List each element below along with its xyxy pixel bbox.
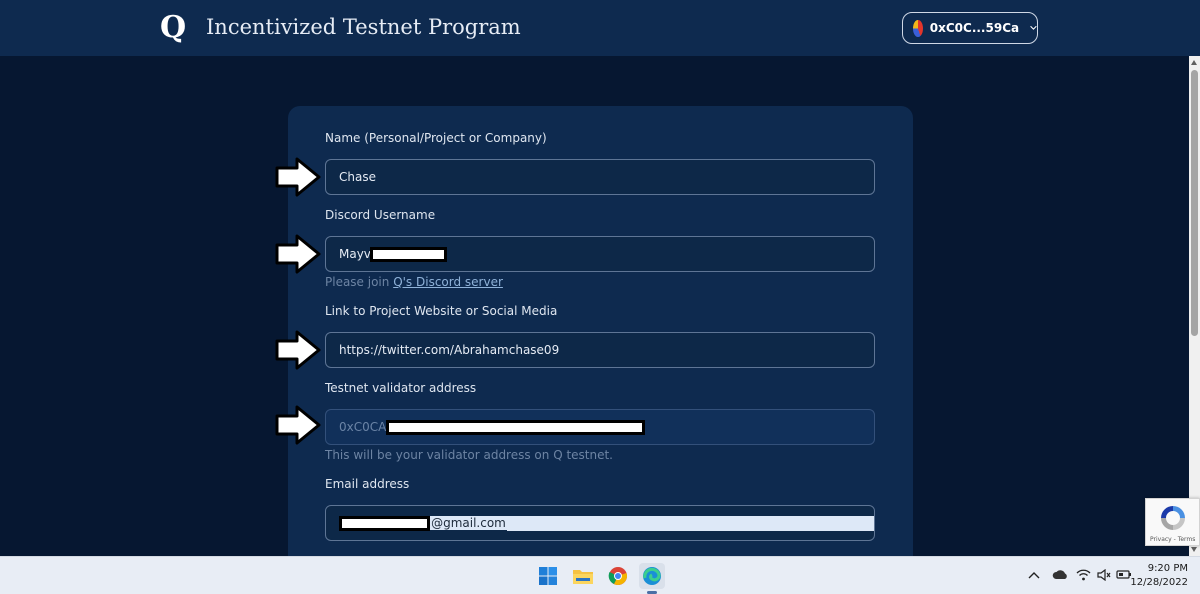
redaction-box [370,246,448,262]
wallet-avatar-icon [913,19,923,37]
volume-muted-icon[interactable] [1097,569,1111,581]
discord-label: Discord Username [325,208,436,222]
discord-helper-text: Please join [325,275,394,289]
taskbar: 9:20 PM 12/28/2022 [0,556,1200,594]
discord-username-input[interactable]: Mayve [325,236,875,272]
name-value: Chase [339,170,376,184]
text-selection-highlight [506,515,874,531]
name-input[interactable]: Chase [325,159,875,195]
chevron-up-icon[interactable] [1028,571,1040,579]
start-icon[interactable] [535,563,561,589]
edge-icon[interactable] [639,563,665,589]
recaptcha-links[interactable]: Privacy - Terms [1150,536,1195,543]
page-scrollbar[interactable] [1189,56,1200,556]
email-value: @gmail.com [430,516,507,530]
chrome-icon[interactable] [605,563,631,589]
onedrive-cloud-icon[interactable] [1052,569,1068,580]
scroll-thumb[interactable] [1191,70,1198,336]
email-label: Email address [325,477,410,491]
validator-helper: This will be your validator address on Q… [325,448,613,462]
top-header: Q Incentivized Testnet Program 0xC0C...5… [0,0,1200,56]
annotation-arrow-icon [275,330,321,370]
discord-server-link[interactable]: Q's Discord server [393,275,503,289]
wallet-button[interactable]: 0xC0C...59Ca [902,12,1038,44]
page-title: Incentivized Testnet Program [206,15,521,39]
recaptcha-icon [1161,506,1185,530]
link-value: https://twitter.com/Abrahamchase09 [339,343,560,357]
social-link-input[interactable]: https://twitter.com/Abrahamchase09 [325,332,875,368]
wallet-address: 0xC0C...59Ca [929,21,1020,35]
wifi-icon[interactable] [1076,569,1091,581]
validator-label: Testnet validator address [325,381,477,395]
scroll-up-icon[interactable] [1191,60,1197,65]
redaction-box [385,419,645,435]
annotation-arrow-icon [275,405,321,445]
email-input[interactable]: @gmail.com [325,505,875,541]
chevron-down-icon [1030,25,1037,30]
clock-time: 9:20 PM [1147,563,1188,574]
file-explorer-icon[interactable] [570,563,596,589]
system-clock[interactable]: 9:20 PM 12/28/2022 [1130,562,1188,590]
link-label: Link to Project Website or Social Media [325,304,558,318]
q-logo[interactable]: Q [160,10,186,45]
scroll-down-icon[interactable] [1191,547,1197,552]
annotation-arrow-icon [275,157,321,197]
recaptcha-badge[interactable]: Privacy - Terms [1145,498,1200,546]
redaction-box [339,515,431,531]
clock-date: 12/28/2022 [1130,577,1188,588]
annotation-arrow-icon [275,234,321,274]
name-label: Name (Personal/Project or Company) [325,131,547,145]
validator-address-input: 0xC0CA5 [325,409,875,445]
discord-helper: Please join Q's Discord server [325,275,503,289]
